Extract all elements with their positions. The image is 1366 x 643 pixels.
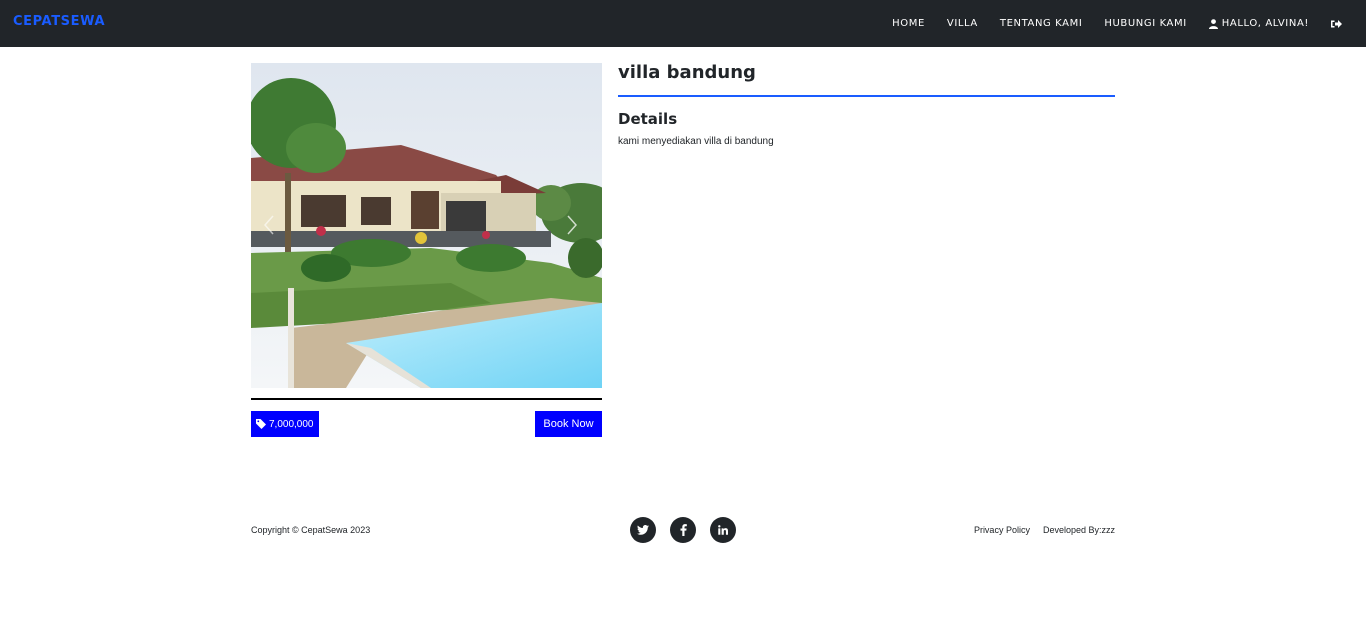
chevron-left-icon [264,215,274,235]
privacy-policy-link[interactable]: Privacy Policy [974,525,1030,535]
price-value: 7,000,000 [269,418,314,430]
social-links [630,517,750,543]
footer-links: Privacy Policy Developed By:zzz [961,525,1115,535]
brand-logo[interactable]: CEPATSEWA [13,14,105,29]
tag-icon [256,419,266,429]
chevron-right-icon [567,215,577,235]
nav-villa[interactable]: VILLA [947,18,978,29]
nav-home[interactable]: HOME [892,18,925,29]
nav-user-greeting[interactable]: HALLO, ALVINA! [1208,18,1309,29]
sign-out-icon [1331,19,1342,28]
carousel-next-button[interactable] [562,208,582,242]
logout-button[interactable] [1331,19,1346,29]
user-greeting-label: HALLO, ALVINA! [1221,18,1309,29]
developed-by-link[interactable]: Developed By:zzz [1043,525,1115,535]
linkedin-button[interactable] [710,517,736,543]
linkedin-icon [718,525,728,535]
villa-title: villa bandung [618,62,756,83]
main-nav: HOME VILLA TENTANG KAMI HUBUNGI KAMI HAL… [870,0,1346,47]
facebook-button[interactable] [670,517,696,543]
details-heading: Details [618,110,678,128]
carousel-prev-button[interactable] [259,208,279,242]
book-now-button[interactable]: Book Now [535,411,602,437]
nav-tentang-kami[interactable]: TENTANG KAMI [1000,18,1083,29]
facebook-icon [680,524,687,536]
image-divider [251,398,602,400]
price-badge: 7,000,000 [251,411,319,437]
title-divider [618,95,1115,97]
twitter-icon [637,525,649,535]
navbar: CEPATSEWA HOME VILLA TENTANG KAMI HUBUNG… [0,0,1366,47]
twitter-button[interactable] [630,517,656,543]
user-icon [1208,18,1218,29]
villa-image-carousel [251,63,602,388]
villa-description: kami menyediakan villa di bandung [618,136,774,147]
nav-hubungi-kami[interactable]: HUBUNGI KAMI [1104,18,1186,29]
villa-photo [251,63,602,388]
copyright-text: Copyright © CepatSewa 2023 [251,525,371,535]
